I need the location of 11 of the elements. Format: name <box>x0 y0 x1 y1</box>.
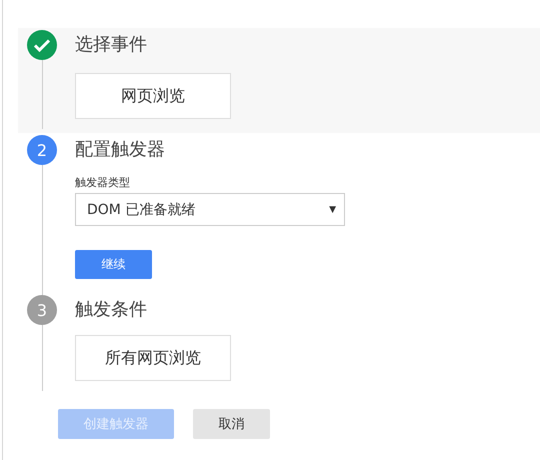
continue-button[interactable]: 继续 <box>75 250 152 279</box>
selection-card[interactable]: 网页浏览 <box>75 73 231 119</box>
step-title: 选择事件 <box>75 33 148 57</box>
step-number: 3 <box>27 295 57 325</box>
trigger-type-dropdown[interactable]: DOM 已准备就绪 ▼ <box>75 193 345 226</box>
step-number: 2 <box>27 135 57 165</box>
step-title: 配置触发器 <box>75 138 166 162</box>
selection-card[interactable]: 所有网页浏览 <box>75 335 231 381</box>
field-label: 触发器类型 <box>75 175 131 190</box>
cancel-button[interactable]: 取消 <box>193 409 270 439</box>
step-title: 触发条件 <box>75 298 148 322</box>
